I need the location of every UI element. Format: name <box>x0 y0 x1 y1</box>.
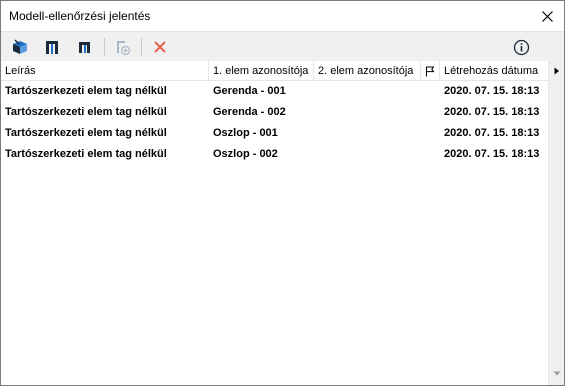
add-element-button[interactable] <box>111 36 133 58</box>
window-title: Modell-ellenőrzési jelentés <box>9 9 151 23</box>
toolbar <box>1 31 564 61</box>
info-button[interactable] <box>510 36 532 58</box>
element-1-id-cell: Gerenda - 002 <box>213 106 286 118</box>
column-header-created-date[interactable]: Létrehozás dátuma <box>440 61 548 81</box>
zoom-to-elements-button[interactable] <box>9 36 31 58</box>
scroll-down-arrow[interactable] <box>549 365 565 381</box>
scroll-right-arrow[interactable] <box>549 63 565 79</box>
table-row[interactable]: Tartószerkezeti elem tag nélkül Oszlop -… <box>1 144 548 165</box>
results-table: Leírás 1. elem azonosítója 2. elem azono… <box>1 61 564 385</box>
toolbar-separator <box>141 38 142 56</box>
description-cell: Tartószerkezeti elem tag nélkül <box>5 148 167 160</box>
element-2-id-cell <box>314 144 421 165</box>
column-header-description[interactable]: Leírás <box>1 61 209 81</box>
scroll-right-arrow-icon <box>554 67 559 75</box>
zoom-to-elements-icon <box>13 39 27 54</box>
created-date-cell: 2020. 07. 15. 18:13 <box>444 148 540 160</box>
flag-icon <box>426 66 435 76</box>
select-elements-icon <box>46 41 58 54</box>
delete-icon <box>154 41 166 53</box>
table-row[interactable]: Tartószerkezeti elem tag nélkül Gerenda … <box>1 81 548 102</box>
select-in-view-button[interactable] <box>73 36 95 58</box>
column-header-element-1-id[interactable]: 1. elem azonosítója <box>209 61 314 81</box>
description-cell: Tartószerkezeti elem tag nélkül <box>5 106 167 118</box>
element-2-id-cell <box>314 81 421 102</box>
delete-button[interactable] <box>149 36 171 58</box>
add-element-icon <box>117 41 131 56</box>
close-button[interactable] <box>530 1 564 31</box>
created-date-cell: 2020. 07. 15. 18:13 <box>444 85 540 97</box>
model-review-window: Modell-ellenőrzési jelentés Leírás 1. el… <box>0 0 565 386</box>
table-row[interactable]: Tartószerkezeti elem tag nélkül Gerenda … <box>1 102 548 123</box>
table-row[interactable]: Tartószerkezeti elem tag nélkül Oszlop -… <box>1 123 548 144</box>
vertical-scrollbar[interactable] <box>548 61 564 385</box>
table-header: Leírás 1. elem azonosítója 2. elem azono… <box>1 61 548 81</box>
element-1-id-cell: Gerenda - 001 <box>213 85 286 97</box>
scroll-down-arrow-icon <box>553 371 561 375</box>
title-bar: Modell-ellenőrzési jelentés <box>1 1 564 31</box>
close-icon <box>541 10 553 22</box>
element-2-id-cell <box>314 102 421 123</box>
select-in-view-icon <box>79 42 90 53</box>
table-body: Tartószerkezeti elem tag nélkül Gerenda … <box>1 81 548 165</box>
element-1-id-cell: Oszlop - 001 <box>213 127 278 139</box>
element-1-id-cell: Oszlop - 002 <box>213 148 278 160</box>
column-header-element-2-id[interactable]: 2. elem azonosítója <box>314 61 421 81</box>
created-date-cell: 2020. 07. 15. 18:13 <box>444 127 540 139</box>
toolbar-separator <box>104 38 105 56</box>
description-cell: Tartószerkezeti elem tag nélkül <box>5 85 167 97</box>
info-icon <box>513 39 529 55</box>
column-header-flag[interactable] <box>421 61 440 81</box>
created-date-cell: 2020. 07. 15. 18:13 <box>444 106 540 118</box>
select-elements-button[interactable] <box>41 36 63 58</box>
description-cell: Tartószerkezeti elem tag nélkül <box>5 127 167 139</box>
element-2-id-cell <box>314 123 421 144</box>
